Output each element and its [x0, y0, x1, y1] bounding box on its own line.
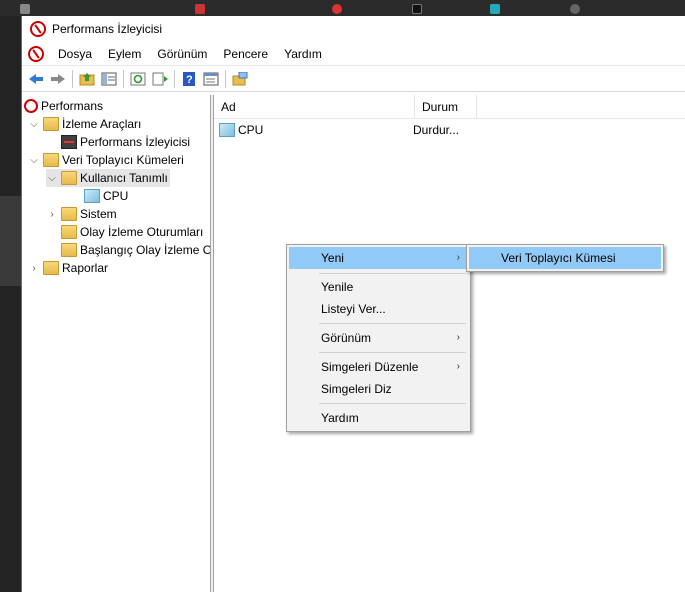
submenu-item-data-collector-set[interactable]: Veri Toplayıcı Kümesi — [469, 247, 661, 269]
taskbar-strip — [0, 0, 685, 16]
submenu-item-label: Veri Toplayıcı Kümesi — [501, 251, 616, 265]
folder-icon — [61, 207, 77, 221]
tree-item-user-defined[interactable]: ⌵ Kullanıcı Tanımlı — [46, 169, 170, 187]
chevron-down-icon[interactable]: ⌵ — [46, 173, 58, 184]
user-folder-icon — [61, 171, 77, 185]
folder-icon — [43, 117, 59, 131]
context-item-label: Yardım — [321, 411, 359, 425]
menu-yardim[interactable]: Yardım — [276, 42, 330, 66]
tree-label: Kullanıcı Tanımlı — [80, 171, 168, 185]
data-collector-icon — [84, 189, 100, 203]
svg-text:?: ? — [186, 74, 193, 86]
submenu-new: Veri Toplayıcı Kümesi — [466, 244, 664, 272]
menu-dosya[interactable]: Dosya — [50, 42, 100, 66]
context-item-label: Yeni — [321, 251, 344, 265]
taskbar-icon[interactable] — [332, 4, 342, 14]
background-window-strip — [0, 16, 21, 592]
up-folder-icon[interactable] — [76, 69, 98, 89]
tree-label: Performans İzleyicisi — [80, 135, 191, 149]
tree-item-performans[interactable]: Performans — [24, 97, 103, 115]
chevron-right-icon: › — [456, 332, 460, 343]
folder-icon — [43, 153, 59, 167]
chevron-right-icon[interactable]: › — [46, 209, 58, 220]
folder-icon — [61, 243, 77, 257]
folder-icon — [61, 225, 77, 239]
context-item-yardim[interactable]: Yardım — [289, 407, 468, 429]
column-header-name[interactable]: Ad — [214, 95, 415, 119]
tree-label: Olay İzleme Oturumları — [80, 225, 204, 239]
tree-item-cpu[interactable]: CPU — [84, 187, 128, 205]
new-window-icon[interactable] — [229, 69, 251, 89]
context-item-label: Görünüm — [321, 331, 372, 345]
taskbar-icon[interactable] — [195, 4, 205, 14]
chevron-right-icon[interactable]: › — [28, 263, 40, 274]
report-folder-icon — [43, 261, 59, 275]
taskbar-icon[interactable] — [490, 4, 500, 14]
tree-label: Başlangıç Olay İzleme O — [80, 243, 211, 257]
tree-item-data-collector-sets[interactable]: ⌵ Veri Toplayıcı Kümeleri — [28, 151, 184, 169]
context-item-yeni[interactable]: Yeni › — [289, 247, 468, 269]
tree-label: Sistem — [80, 207, 117, 221]
menu-eylem[interactable]: Eylem — [100, 42, 149, 66]
tree-label: CPU — [103, 189, 129, 203]
list-item-status: Durdur... — [413, 123, 460, 137]
tree-item-reports[interactable]: › Raporlar — [28, 259, 108, 277]
properties-icon[interactable] — [200, 69, 222, 89]
chevron-right-icon: › — [456, 252, 460, 263]
tree-label: Raporlar — [62, 261, 109, 275]
tree-label: Performans — [41, 99, 104, 113]
chevron-down-icon[interactable]: ⌵ — [28, 119, 40, 130]
taskbar-icon[interactable] — [412, 4, 422, 14]
monitor-chart-icon — [61, 135, 77, 149]
chevron-right-icon: › — [456, 361, 460, 372]
menu-pencere[interactable]: Pencere — [215, 42, 276, 66]
context-item-simgeleri-diz[interactable]: Simgeleri Diz — [289, 378, 468, 400]
perfmon-app-icon — [30, 21, 46, 37]
tree-item-system[interactable]: › Sistem — [46, 205, 117, 223]
context-item-label: Listeyi Ver... — [321, 302, 386, 316]
export-icon[interactable] — [149, 69, 171, 89]
context-item-simgeleri-duzenle[interactable]: Simgeleri Düzenle › — [289, 356, 468, 378]
tree-item-performance-monitor[interactable]: Performans İzleyicisi — [61, 133, 190, 151]
context-item-yenile[interactable]: Yenile — [289, 276, 468, 298]
forward-icon[interactable] — [47, 69, 69, 89]
perfmon-icon — [24, 99, 38, 113]
system-menu-icon[interactable] — [28, 45, 44, 62]
context-item-listeyi-ver[interactable]: Listeyi Ver... — [289, 298, 468, 320]
taskbar-icon[interactable] — [570, 4, 580, 14]
tree-item-startup-trace-sessions[interactable]: Başlangıç Olay İzleme O — [61, 241, 211, 259]
list-item[interactable]: CPU Durdur... — [219, 121, 459, 139]
column-header-status[interactable]: Durum — [415, 95, 477, 119]
tree-label: Veri Toplayıcı Kümeleri — [62, 153, 184, 167]
show-hide-tree-icon[interactable] — [98, 69, 120, 89]
context-menu: Yeni › Yenile Listeyi Ver... Görünüm › S… — [286, 244, 471, 432]
context-item-label: Simgeleri Düzenle — [321, 360, 419, 374]
chevron-down-icon[interactable]: ⌵ — [28, 155, 40, 166]
taskbar-icon[interactable] — [20, 4, 30, 14]
console-tree: Performans ⌵ İzleme Araçları Performans … — [22, 95, 211, 592]
context-item-gorunum[interactable]: Görünüm › — [289, 327, 468, 349]
tree-label: İzleme Araçları — [62, 117, 142, 131]
tree-item-monitoring-tools[interactable]: ⌵ İzleme Araçları — [28, 115, 141, 133]
window-title: Performans İzleyicisi — [52, 22, 163, 36]
title-bar: Performans İzleyicisi — [22, 16, 685, 42]
back-icon[interactable] — [25, 69, 47, 89]
help-icon[interactable]: ? — [178, 69, 200, 89]
data-collector-icon — [219, 123, 235, 137]
refresh-icon[interactable] — [127, 69, 149, 89]
menu-gorunum[interactable]: Görünüm — [149, 42, 215, 66]
list-item-name: CPU — [238, 123, 264, 137]
context-item-label: Yenile — [321, 280, 354, 294]
toolbar: ? — [22, 66, 685, 92]
context-item-label: Simgeleri Diz — [321, 382, 392, 396]
list-header: Ad Durum — [214, 95, 685, 119]
menu-bar: Dosya Eylem Görünüm Pencere Yardım — [22, 42, 685, 66]
tree-item-event-trace-sessions[interactable]: Olay İzleme Oturumları — [61, 223, 203, 241]
